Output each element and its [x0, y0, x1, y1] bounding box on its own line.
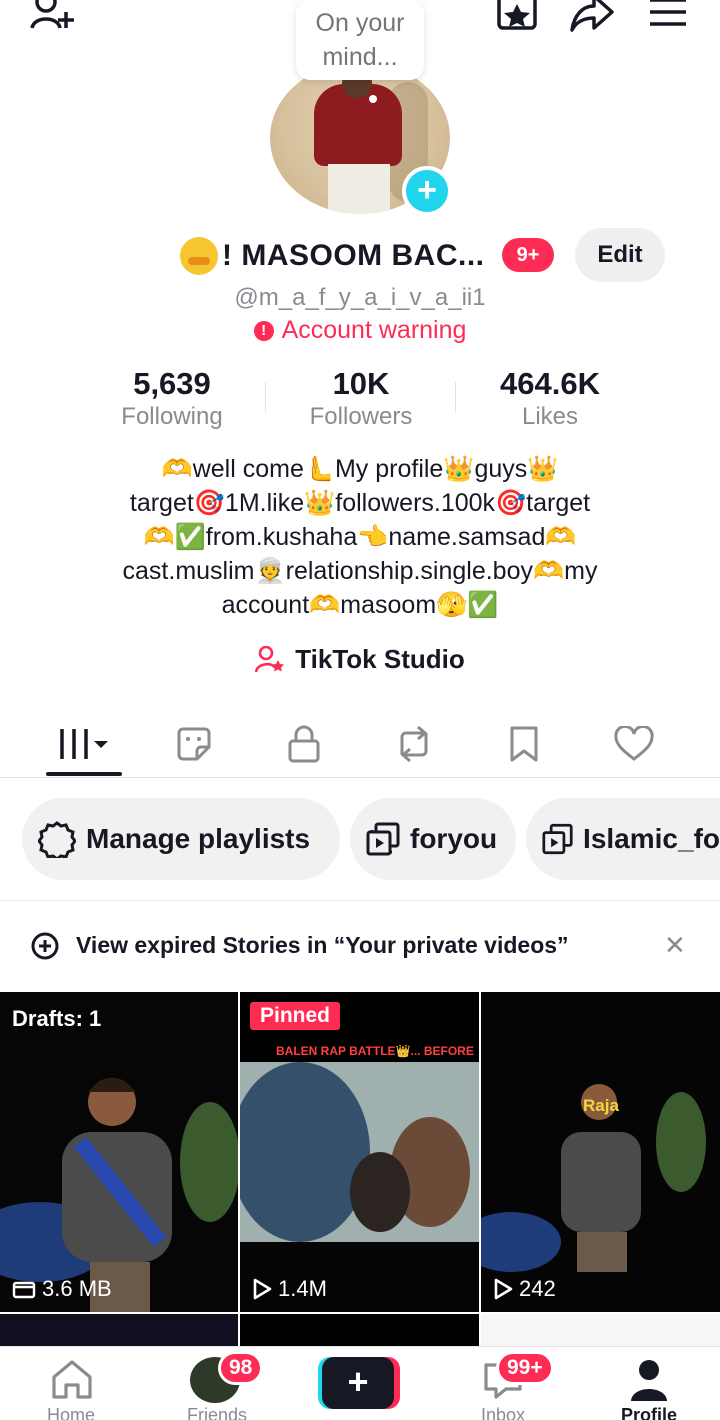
nav-label: Home — [46, 1405, 95, 1420]
add-avatar-button[interactable]: + — [402, 166, 452, 216]
display-name-row: ! MASOOM BAC... — [180, 234, 485, 278]
stickers-icon — [177, 727, 211, 761]
note-bubble[interactable]: On your mind... — [296, 0, 424, 80]
manage-playlists-chip[interactable]: Manage playlists — [22, 798, 340, 880]
studio-person-star-icon — [255, 645, 285, 672]
profile-icon — [631, 1360, 667, 1401]
lock-icon — [288, 725, 320, 763]
heart-icon — [614, 726, 654, 761]
gear-icon — [38, 821, 76, 858]
video-caption: Raja — [583, 1096, 619, 1115]
likes-count: 464.6K — [500, 366, 600, 401]
share-arrow-icon[interactable] — [568, 0, 616, 32]
tab-videos[interactable] — [46, 712, 122, 776]
tab-private[interactable] — [266, 712, 342, 776]
tab-stickers[interactable] — [156, 712, 232, 776]
bio-line: 🫶✅from.kushaha👈name.samsad🫶 — [143, 523, 577, 551]
repost-icon — [400, 725, 428, 763]
playlist-icon — [542, 823, 573, 855]
view-count-label: 1.4M — [278, 1276, 327, 1301]
nav-label: Inbox — [480, 1405, 526, 1420]
video-tile-pinned[interactable]: Pinned BALEN RAP BATTLE👑... BEFORE 1.4M — [240, 992, 479, 1312]
account-warning[interactable]: ! Account warning — [0, 316, 720, 345]
pinned-thumbnail — [240, 992, 479, 1312]
add-friend-icon[interactable] — [28, 0, 76, 34]
stat-divider — [265, 382, 266, 412]
chip-label: Islamic_fo — [583, 823, 720, 854]
plus-icon: + — [322, 1357, 394, 1409]
bottom-navigation: Home 98 Friends + 99+ Inbox Profile — [0, 1346, 720, 1420]
bio-line: cast.muslim👳relationship.single.boy🫶my — [122, 557, 598, 585]
nav-home[interactable]: Home — [16, 1347, 126, 1420]
home-icon — [52, 1360, 92, 1399]
draft-thumbnail — [0, 992, 238, 1312]
note-bubble-dot — [369, 95, 377, 103]
chip-label: foryou — [410, 823, 498, 854]
username-handle: @m_a_f_y_a_i_v_a_ii1 — [234, 284, 486, 311]
bio-line: 🫶well come🫷My profile👑guys👑 — [161, 455, 559, 483]
alert-icon: ! — [253, 320, 274, 341]
following-count: 5,639 — [133, 366, 211, 401]
profile-tabs — [0, 712, 720, 778]
close-icon[interactable]: ✕ — [664, 930, 686, 961]
bookmark-icon — [510, 726, 538, 762]
playlist-chip-foryou[interactable]: foryou — [350, 798, 516, 880]
play-icon — [253, 1278, 272, 1300]
likes-label: Likes — [521, 403, 579, 430]
create-button[interactable]: + — [318, 1357, 400, 1409]
nav-inbox[interactable]: 99+ Inbox — [448, 1347, 558, 1420]
draft-size: 3.6 MB — [12, 1276, 112, 1302]
display-name: ! MASOOM BAC... — [222, 239, 485, 272]
folder-icon — [12, 1281, 36, 1299]
nav-label: Friends — [186, 1405, 248, 1420]
star-square-icon[interactable] — [496, 0, 540, 32]
tab-reposts[interactable] — [376, 712, 452, 776]
notification-badge[interactable]: 9+ — [502, 238, 554, 272]
tab-liked[interactable] — [596, 712, 672, 776]
peeking-face-emoji-icon — [180, 237, 218, 275]
view-count: 1.4M — [252, 1276, 327, 1302]
playlist-chip-islamic[interactable]: Islamic_fo — [526, 798, 720, 880]
nav-profile[interactable]: Profile — [594, 1347, 704, 1420]
bio-line: target🎯1M.like👑followers.100k🎯target — [129, 489, 591, 517]
nav-friends[interactable]: 98 Friends — [162, 1347, 272, 1420]
tiktok-studio-label: TikTok Studio — [295, 644, 465, 674]
active-tab-indicator — [46, 772, 122, 776]
hamburger-menu-icon[interactable] — [648, 0, 688, 30]
friends-badge: 98 — [218, 1351, 264, 1385]
stat-following[interactable]: 5,639 Following — [110, 366, 234, 432]
profile-bio: 🫶well come🫷My profile👑guys👑 target🎯1M.li… — [80, 452, 640, 622]
draft-size-label: 3.6 MB — [42, 1276, 112, 1301]
account-warning-label: Account warning — [281, 316, 467, 344]
playlist-icon — [366, 822, 400, 856]
video-tile[interactable]: Raja 242 — [481, 992, 720, 1312]
story-plus-icon — [31, 932, 59, 960]
videos-grid-icon — [60, 729, 108, 759]
drafts-label: Drafts: 1 — [12, 1006, 102, 1031]
view-count: 242 — [493, 1276, 556, 1302]
view-count-label: 242 — [519, 1276, 556, 1301]
stat-followers[interactable]: 10K Followers — [298, 366, 424, 432]
following-label: Following — [121, 403, 223, 430]
bio-line: account🫶masoom🫣✅ — [221, 591, 499, 619]
pinned-badge: Pinned — [250, 1002, 341, 1030]
chip-label: Manage playlists — [86, 823, 311, 854]
video-tile-draft[interactable]: Drafts: 1 3.6 MB — [0, 992, 238, 1312]
inbox-badge: 99+ — [496, 1351, 554, 1385]
tab-favorites[interactable] — [486, 712, 562, 776]
play-icon — [494, 1278, 513, 1300]
followers-label: Followers — [309, 403, 413, 430]
stories-banner-label: View expired Stories in “Your private vi… — [76, 931, 569, 958]
tiktok-studio-link[interactable]: TikTok Studio — [0, 644, 720, 675]
edit-profile-button[interactable]: Edit — [575, 228, 665, 282]
followers-count: 10K — [332, 366, 390, 401]
stat-divider — [455, 382, 456, 412]
expired-stories-banner[interactable]: View expired Stories in “Your private vi… — [0, 914, 720, 976]
nav-label: Profile — [620, 1405, 677, 1420]
stat-likes[interactable]: 464.6K Likes — [486, 366, 614, 432]
video-caption: BALEN RAP BATTLE👑... BEFORE — [276, 1044, 474, 1058]
video-thumbnail — [481, 992, 720, 1312]
divider — [0, 900, 720, 901]
